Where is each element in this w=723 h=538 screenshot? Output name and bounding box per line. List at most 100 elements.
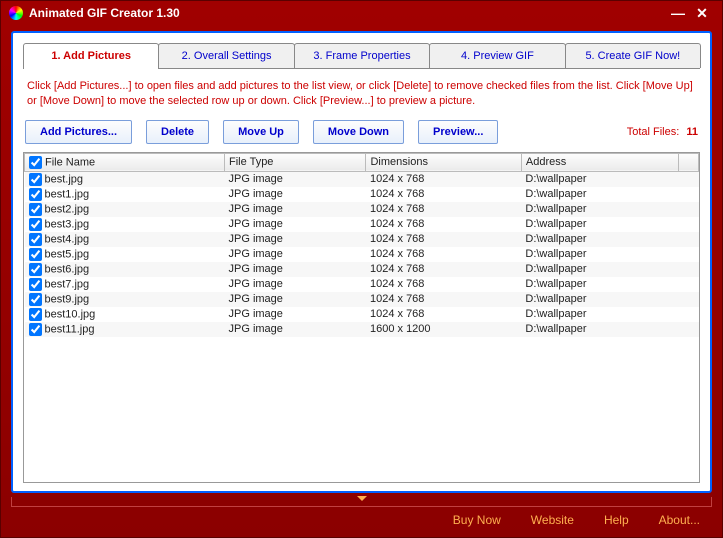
total-files-label: Total Files:: [627, 126, 680, 138]
row-checkbox[interactable]: [29, 323, 42, 336]
cell-addr: D:\wallpaper: [521, 171, 678, 187]
cell-type: JPG image: [225, 322, 366, 337]
row-checkbox[interactable]: [29, 263, 42, 276]
instructions-text: Click [Add Pictures...] to open files an…: [23, 69, 700, 116]
cell-addr: D:\wallpaper: [521, 217, 678, 232]
cell-addr: D:\wallpaper: [521, 262, 678, 277]
table-body: best.jpgJPG image1024 x 768D:\wallpaperb…: [25, 171, 699, 337]
collapse-bar[interactable]: [11, 497, 712, 507]
cell-addr: D:\wallpaper: [521, 307, 678, 322]
row-checkbox[interactable]: [29, 173, 42, 186]
cell-dim: 1024 x 768: [366, 292, 521, 307]
cell-addr: D:\wallpaper: [521, 247, 678, 262]
about-link[interactable]: About...: [659, 513, 700, 527]
table-header-row: File NameFile TypeDimensionsAddress: [25, 153, 699, 171]
move-down-button[interactable]: Move Down: [313, 120, 404, 144]
tab-bar: 1. Add Pictures2. Overall Settings3. Fra…: [23, 43, 700, 69]
table-row[interactable]: best11.jpgJPG image1600 x 1200D:\wallpap…: [25, 322, 699, 337]
table-row[interactable]: best1.jpgJPG image1024 x 768D:\wallpaper: [25, 187, 699, 202]
preview-button[interactable]: Preview...: [418, 120, 498, 144]
cell-addr: D:\wallpaper: [521, 277, 678, 292]
tab-3[interactable]: 3. Frame Properties: [294, 43, 430, 68]
cell-dim: 1024 x 768: [366, 232, 521, 247]
cell-filename: best11.jpg: [45, 323, 95, 335]
row-checkbox[interactable]: [29, 308, 42, 321]
cell-addr: D:\wallpaper: [521, 292, 678, 307]
cell-filename: best2.jpg: [45, 203, 90, 215]
cell-name-wrap: best10.jpg: [25, 307, 225, 322]
titlebar: Animated GIF Creator 1.30 — ✕: [1, 1, 722, 25]
table-row[interactable]: best4.jpg JPG image1024 x 768D:\wallpaper: [25, 232, 699, 247]
cell-filename: best1.jpg: [45, 188, 90, 200]
col-address[interactable]: Address: [521, 153, 678, 171]
col-filename[interactable]: File Name: [25, 153, 225, 171]
cell-filename: best4.jpg: [45, 233, 90, 245]
cell-filename: best6.jpg: [45, 263, 90, 275]
toolbar: Add Pictures... Delete Move Up Move Down…: [23, 116, 700, 152]
cell-addr: D:\wallpaper: [521, 202, 678, 217]
cell-filler: [678, 277, 698, 292]
close-button[interactable]: ✕: [690, 5, 714, 22]
cell-name-wrap: best5.jpg: [25, 247, 225, 262]
website-link[interactable]: Website: [531, 513, 574, 527]
table-row[interactable]: best7.jpgJPG image1024 x 768D:\wallpaper: [25, 277, 699, 292]
table-row[interactable]: best2.jpgJPG image1024 x 768D:\wallpaper: [25, 202, 699, 217]
cell-filename: best5.jpg: [45, 248, 90, 260]
cell-name-wrap: best9.jpg: [25, 292, 225, 307]
cell-type: JPG image: [225, 232, 366, 247]
cell-dim: 1024 x 768: [366, 277, 521, 292]
cell-dim: 1024 x 768: [366, 217, 521, 232]
cell-dim: 1024 x 768: [366, 247, 521, 262]
cell-dim: 1024 x 768: [366, 307, 521, 322]
tab-4[interactable]: 4. Preview GIF: [429, 43, 565, 68]
row-checkbox[interactable]: [29, 233, 42, 246]
tab-1[interactable]: 1. Add Pictures: [23, 43, 159, 68]
table-row[interactable]: best3.jpgJPG image1024 x 768D:\wallpaper: [25, 217, 699, 232]
content-panel: 1. Add Pictures2. Overall Settings3. Fra…: [11, 31, 712, 493]
tab-5[interactable]: 5. Create GIF Now!: [565, 43, 701, 68]
cell-name-wrap: best1.jpg: [25, 187, 225, 202]
row-checkbox[interactable]: [29, 218, 42, 231]
cell-filler: [678, 187, 698, 202]
cell-type: JPG image: [225, 187, 366, 202]
file-table: File NameFile TypeDimensionsAddress best…: [24, 153, 699, 337]
tab-2[interactable]: 2. Overall Settings: [158, 43, 294, 68]
table-row[interactable]: best10.jpgJPG image1024 x 768D:\wallpape…: [25, 307, 699, 322]
cell-name-wrap: best7.jpg: [25, 277, 225, 292]
col-dimensions[interactable]: Dimensions: [366, 153, 521, 171]
cell-filename: best9.jpg: [45, 293, 90, 305]
cell-filler: [678, 307, 698, 322]
footer-links: Buy Now Website Help About...: [1, 507, 722, 537]
cell-name-wrap: best.jpg: [25, 171, 225, 187]
row-checkbox[interactable]: [29, 278, 42, 291]
cell-filler: [678, 262, 698, 277]
cell-addr: D:\wallpaper: [521, 187, 678, 202]
cell-dim: 1024 x 768: [366, 171, 521, 187]
col-file-type[interactable]: File Type: [225, 153, 366, 171]
move-up-button[interactable]: Move Up: [223, 120, 299, 144]
minimize-button[interactable]: —: [666, 5, 690, 21]
select-all-checkbox[interactable]: [29, 156, 42, 169]
cell-type: JPG image: [225, 307, 366, 322]
cell-type: JPG image: [225, 262, 366, 277]
add-pictures-button[interactable]: Add Pictures...: [25, 120, 132, 144]
cell-name-wrap: best2.jpg: [25, 202, 225, 217]
window-title: Animated GIF Creator 1.30: [29, 6, 180, 20]
table-row[interactable]: best9.jpg JPG image1024 x 768D:\wallpaper: [25, 292, 699, 307]
delete-button[interactable]: Delete: [146, 120, 209, 144]
file-table-container[interactable]: File NameFile TypeDimensionsAddress best…: [23, 152, 700, 483]
row-checkbox[interactable]: [29, 248, 42, 261]
cell-type: JPG image: [225, 171, 366, 187]
row-checkbox[interactable]: [29, 203, 42, 216]
cell-filler: [678, 247, 698, 262]
buy-now-link[interactable]: Buy Now: [453, 513, 501, 527]
table-row[interactable]: best.jpgJPG image1024 x 768D:\wallpaper: [25, 171, 699, 187]
help-link[interactable]: Help: [604, 513, 629, 527]
row-checkbox[interactable]: [29, 188, 42, 201]
row-checkbox[interactable]: [29, 293, 42, 306]
cell-type: JPG image: [225, 292, 366, 307]
cell-filler: [678, 232, 698, 247]
table-row[interactable]: best5.jpgJPG image1024 x 768D:\wallpaper: [25, 247, 699, 262]
table-row[interactable]: best6.jpgJPG image1024 x 768D:\wallpaper: [25, 262, 699, 277]
cell-addr: D:\wallpaper: [521, 232, 678, 247]
